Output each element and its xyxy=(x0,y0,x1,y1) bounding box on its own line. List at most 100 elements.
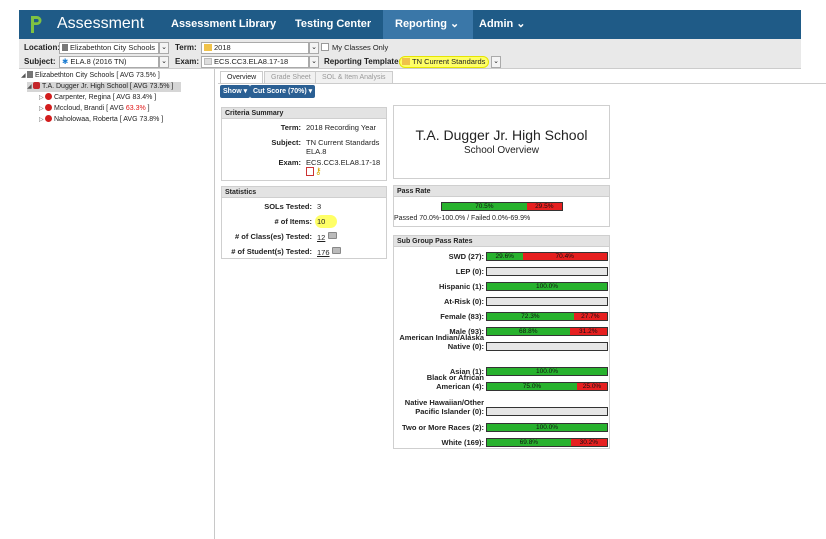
expand-triangle-icon[interactable]: ▷ xyxy=(39,104,45,114)
location-select[interactable]: Elizabethton City Schools xyxy=(59,42,159,54)
subgroup-pass-segment: 100.0% xyxy=(487,283,607,290)
items-label: # of Items: xyxy=(274,217,312,226)
tree-item-label: T.A. Dugger Jr. High School [ AVG 73.5% … xyxy=(42,83,174,90)
tree-item-district[interactable]: ◢ Elizabethton City Schools [ AVG 73.5% ] xyxy=(21,71,160,81)
tree-item-avg-low: 63.3% xyxy=(125,105,146,112)
subgroup-bar xyxy=(486,342,608,351)
term-select[interactable]: 2018 xyxy=(201,42,309,54)
subgroup-bar: 100.0% xyxy=(486,367,608,376)
tree-item-label: Carpenter, Regina [ AVG 83.4% ] xyxy=(54,94,157,101)
tree-item-teacher[interactable]: ▷ Naholowaa, Roberta [ AVG 73.8% ] xyxy=(39,115,163,125)
cut-score-button[interactable]: Cut Score (70%) ▾ xyxy=(250,85,316,98)
my-classes-checkbox[interactable] xyxy=(321,43,329,51)
subgroup-label: Hispanic (1): xyxy=(438,282,484,291)
nav-reporting[interactable]: Reporting ⌄ xyxy=(383,10,473,39)
statistics-heading: Statistics xyxy=(222,187,386,198)
subgroup-pass-segment: 72.3% xyxy=(487,313,574,320)
subgroup-pass-segment: 100.0% xyxy=(487,424,607,431)
subgroup-fail-segment: 31.2% xyxy=(569,328,607,335)
pass-rate-note: Passed 70.0%-100.0% / Failed 0.0%-69.9% xyxy=(394,215,531,222)
subgroup-fail-segment: 27.7% xyxy=(573,313,607,320)
tab-grade-sheet[interactable]: Grade Sheet xyxy=(264,71,318,83)
expand-triangle-icon[interactable]: ▷ xyxy=(39,93,45,103)
print-icon[interactable] xyxy=(328,232,337,239)
subgroup-pass-segment: 29.6% xyxy=(487,253,523,260)
tree-item-label-end: ] xyxy=(145,105,150,112)
subgroup-bar: 69.8% 30.2% xyxy=(486,438,608,447)
pass-rate-heading: Pass Rate xyxy=(394,186,609,197)
exam-select[interactable]: ECS.CC3.ELA8.17-18 xyxy=(201,56,309,68)
classes-tested-label: # of Class(es) Tested: xyxy=(235,232,312,241)
nav-admin[interactable]: Admin ⌄ xyxy=(467,10,538,39)
term-value: 2018 xyxy=(214,43,231,52)
sols-tested-label: SOLs Tested: xyxy=(264,202,312,211)
show-button[interactable]: Show ▾ xyxy=(220,85,251,98)
school-tree: ◢ Elizabethton City Schools [ AVG 73.5% ]… xyxy=(19,69,215,539)
location-value: Elizabethton City Schools xyxy=(70,43,156,52)
subgroup-label: At-Risk (0): xyxy=(443,297,484,306)
tree-item-label: Elizabethton City Schools [ AVG 73.5% ] xyxy=(35,72,160,79)
expand-triangle-icon[interactable]: ▷ xyxy=(39,115,45,125)
pass-rate-panel: Pass Rate 70.5% 29.5% Passed 70.0%-100.0… xyxy=(393,185,610,227)
subgroup-fail-segment: 30.2% xyxy=(570,439,607,446)
my-classes-label: My Classes Only xyxy=(332,43,389,52)
students-tested-value[interactable]: 176 xyxy=(317,248,330,257)
top-navbar: Assessment Assessment Library Testing Ce… xyxy=(19,10,801,39)
subgroup-bar: 68.8% 31.2% xyxy=(486,327,608,336)
tree-item-teacher[interactable]: ▷ Mccloud, Brandi [ AVG 63.3% ] xyxy=(39,104,150,114)
subgroup-heading: Sub Group Pass Rates xyxy=(394,236,609,247)
app-title: Assessment xyxy=(57,15,145,32)
fail-segment: 29.5% xyxy=(526,203,562,210)
asterisk-icon: ✱ xyxy=(62,57,69,66)
subgroup-fail-segment: 25.0% xyxy=(577,383,607,390)
subgroup-pass-segment: 75.0% xyxy=(487,383,577,390)
location-dropdown-arrow[interactable]: ⌄ xyxy=(159,42,169,54)
nav-testing-center[interactable]: Testing Center xyxy=(283,10,383,39)
subgroup-pass-segment: 68.8% xyxy=(487,328,570,335)
classes-tested-value[interactable]: 12 xyxy=(317,233,325,242)
exam-value: ECS.CC3.ELA8.17-18 xyxy=(214,57,289,66)
tree-item-school[interactable]: ◢ T.A. Dugger Jr. High School [ AVG 73.5%… xyxy=(27,82,181,92)
template-select[interactable]: TN Current Standards xyxy=(399,56,489,68)
criteria-subject-label: Subject: xyxy=(271,138,301,147)
pdf-icon[interactable] xyxy=(306,167,314,176)
term-dropdown-arrow[interactable]: ⌄ xyxy=(309,42,319,54)
apple-icon xyxy=(45,93,52,100)
exam-dropdown-arrow[interactable]: ⌄ xyxy=(309,56,319,68)
pass-segment: 70.5% xyxy=(442,203,527,210)
apple-icon xyxy=(45,115,52,122)
subgroup-label: American Indian/Alaska Native (0): xyxy=(399,333,484,351)
key-icon[interactable]: ⚷ xyxy=(315,166,322,177)
subgroup-label: SWD (27): xyxy=(448,252,484,261)
tab-overview[interactable]: Overview xyxy=(220,71,264,83)
tab-divider xyxy=(218,83,826,84)
tree-item-label: Naholowaa, Roberta [ AVG 73.8% ] xyxy=(54,116,164,123)
nav-assessment-library[interactable]: Assessment Library xyxy=(159,10,288,39)
template-label: Reporting Template: xyxy=(324,57,402,66)
template-dropdown-arrow[interactable]: ⌄ xyxy=(491,56,501,68)
subgroup-pass-segment: 100.0% xyxy=(487,368,607,375)
print-icon[interactable] xyxy=(332,247,341,254)
subject-label: Subject: xyxy=(24,57,56,66)
subgroup-label: LEP (0): xyxy=(455,267,484,276)
exam-label: Exam: xyxy=(175,57,200,66)
criteria-exam-label: Exam: xyxy=(278,158,301,167)
filter-bar: Location: Elizabethton City Schools ⌄ Te… xyxy=(19,39,801,69)
district-building-icon xyxy=(27,71,33,78)
subgroup-label: Two or More Races (2): xyxy=(402,423,484,432)
criteria-subject-value-2: ELA.8 xyxy=(306,147,327,156)
subgroup-pass-rates-panel: Sub Group Pass Rates SWD (27): 29.6% 70.4%… xyxy=(393,235,610,449)
tree-item-teacher[interactable]: ▷ Carpenter, Regina [ AVG 83.4% ] xyxy=(39,93,156,103)
tab-sol-item-analysis[interactable]: SOL & Item Analysis xyxy=(315,71,393,83)
tree-item-label: Mccloud, Brandi [ AVG xyxy=(54,105,126,112)
subject-select[interactable]: ✱ ELA.8 (2016 TN) xyxy=(59,56,159,68)
document-icon xyxy=(204,58,212,65)
subgroup-bar: 75.0% 25.0% xyxy=(486,382,608,391)
subgroup-label: Black or African American (4): xyxy=(426,373,484,391)
sols-tested-value: 3 xyxy=(317,202,322,211)
subgroup-label: Female (83): xyxy=(440,312,484,321)
subgroup-fail-segment: 70.4% xyxy=(522,253,607,260)
criteria-subject-value: TN Current Standards xyxy=(306,138,380,147)
subject-dropdown-arrow[interactable]: ⌄ xyxy=(159,56,169,68)
school-name: T.A. Dugger Jr. High School xyxy=(415,127,588,143)
